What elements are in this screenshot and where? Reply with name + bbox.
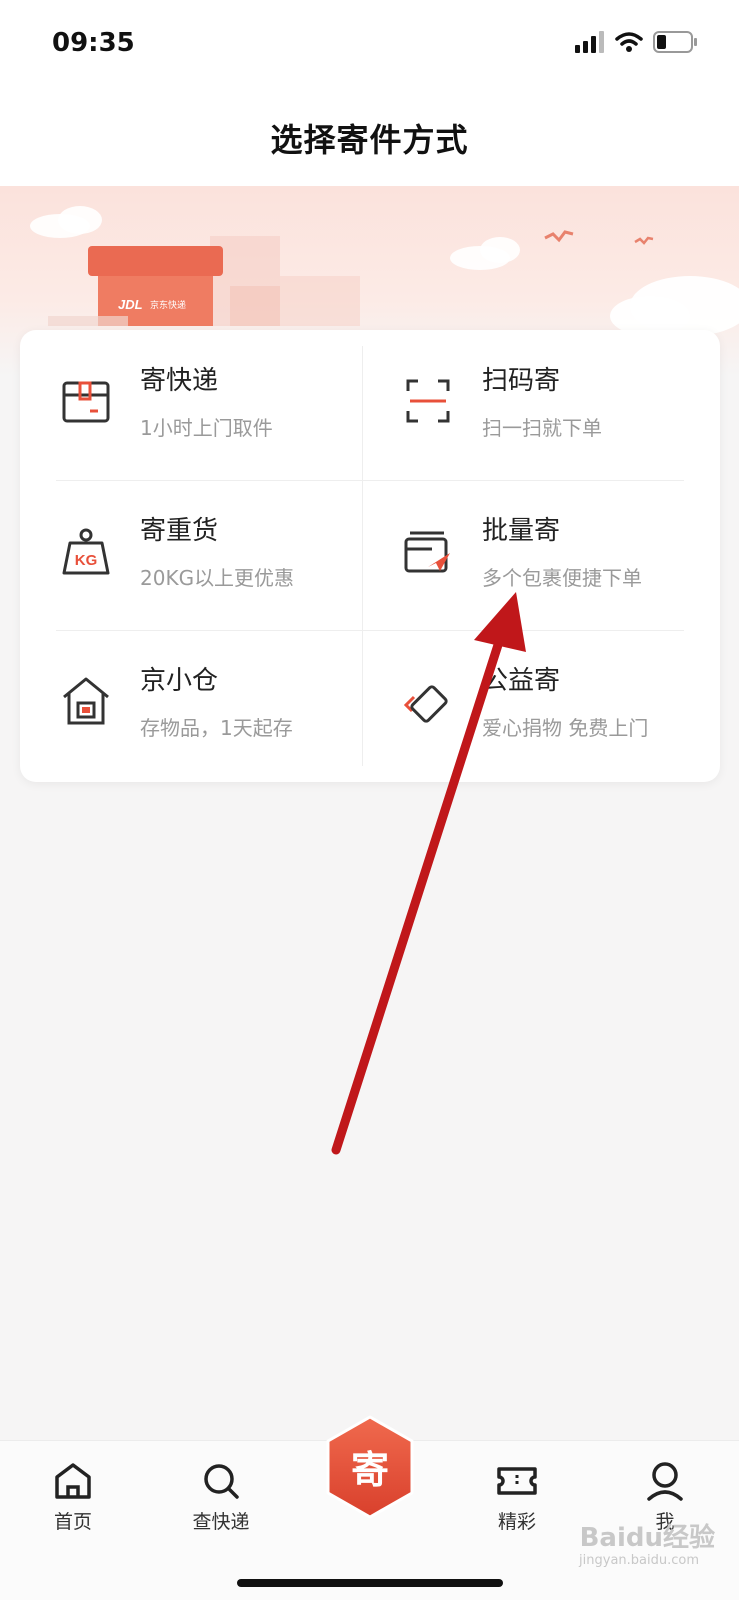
- send-button-label: 寄: [351, 1448, 389, 1492]
- service-subtitle: 存物品，1天起存: [140, 716, 293, 740]
- status-bar: 09:35: [0, 0, 739, 90]
- watermark-brand: Baidu经验: [579, 1523, 715, 1553]
- service-subtitle: 20KG以上更优惠: [140, 566, 295, 590]
- nav-home[interactable]: 首页: [18, 1459, 128, 1534]
- send-hexagon-icon: 寄: [326, 1415, 414, 1519]
- nav-featured-label: 精彩: [497, 1511, 536, 1533]
- send-method-card: 寄快递 1小时上门取件 扫码寄 扫一扫就下单 KG 寄重货 20KG以上更优惠: [20, 330, 720, 782]
- service-subtitle: 多个包裹便捷下单: [482, 566, 642, 590]
- svg-text:KG: KG: [75, 552, 98, 569]
- service-subtitle: 1小时上门取件: [140, 416, 273, 440]
- ticket-icon: [497, 1467, 537, 1495]
- send-button[interactable]: 寄: [322, 1413, 418, 1521]
- signal-icon: [575, 31, 604, 53]
- package-icon: [62, 381, 110, 423]
- service-charity-send[interactable]: 公益寄 爱心捐物 免费上门: [362, 630, 712, 780]
- service-title: 扫码寄: [482, 366, 561, 396]
- box-text: 京东快递: [150, 299, 186, 311]
- home-indicator: [237, 1579, 503, 1587]
- scan-icon: [406, 379, 450, 423]
- user-icon: [647, 1462, 683, 1501]
- nav-track-label: 查快递: [192, 1511, 250, 1533]
- service-title: 寄重货: [140, 516, 219, 546]
- nav-home-label: 首页: [53, 1511, 92, 1533]
- service-send-express[interactable]: 寄快递 1小时上门取件: [20, 330, 370, 480]
- box-logo: JDL: [118, 297, 143, 312]
- warehouse-icon: [63, 677, 109, 725]
- watermark-domain: jingyan.baidu.com: [579, 1553, 699, 1568]
- title-bar: 选择寄件方式: [0, 90, 739, 186]
- batch-send-icon: [404, 531, 450, 573]
- service-jd-storage[interactable]: 京小仓 存物品，1天起存: [20, 630, 370, 780]
- wifi-icon: [615, 32, 643, 52]
- page-title: 选择寄件方式: [270, 121, 469, 159]
- service-batch-send[interactable]: 批量寄 多个包裹便捷下单: [362, 480, 712, 630]
- service-title: 寄快递: [140, 366, 219, 396]
- charity-icon: [403, 685, 448, 723]
- service-title: 公益寄: [482, 666, 561, 696]
- service-scan-send[interactable]: 扫码寄 扫一扫就下单: [362, 330, 712, 480]
- status-time: 09:35: [52, 28, 135, 58]
- weight-icon: KG: [62, 528, 110, 575]
- nav-featured[interactable]: 精彩: [462, 1459, 572, 1534]
- service-title: 京小仓: [140, 666, 219, 696]
- service-subtitle: 扫一扫就下单: [482, 416, 602, 440]
- search-icon: [204, 1464, 239, 1499]
- service-heavy-goods[interactable]: KG 寄重货 20KG以上更优惠: [20, 480, 370, 630]
- home-icon: [55, 1463, 91, 1499]
- bottom-nav: 首页 查快递 寄 精彩 我 Baidu经验 jingyan.baidu.com: [0, 1415, 739, 1600]
- status-icons: [575, 30, 699, 54]
- battery-icon: [653, 31, 697, 53]
- service-subtitle: 爱心捐物 免费上门: [482, 716, 649, 740]
- service-title: 批量寄: [482, 516, 561, 546]
- nav-track[interactable]: 查快递: [166, 1459, 276, 1534]
